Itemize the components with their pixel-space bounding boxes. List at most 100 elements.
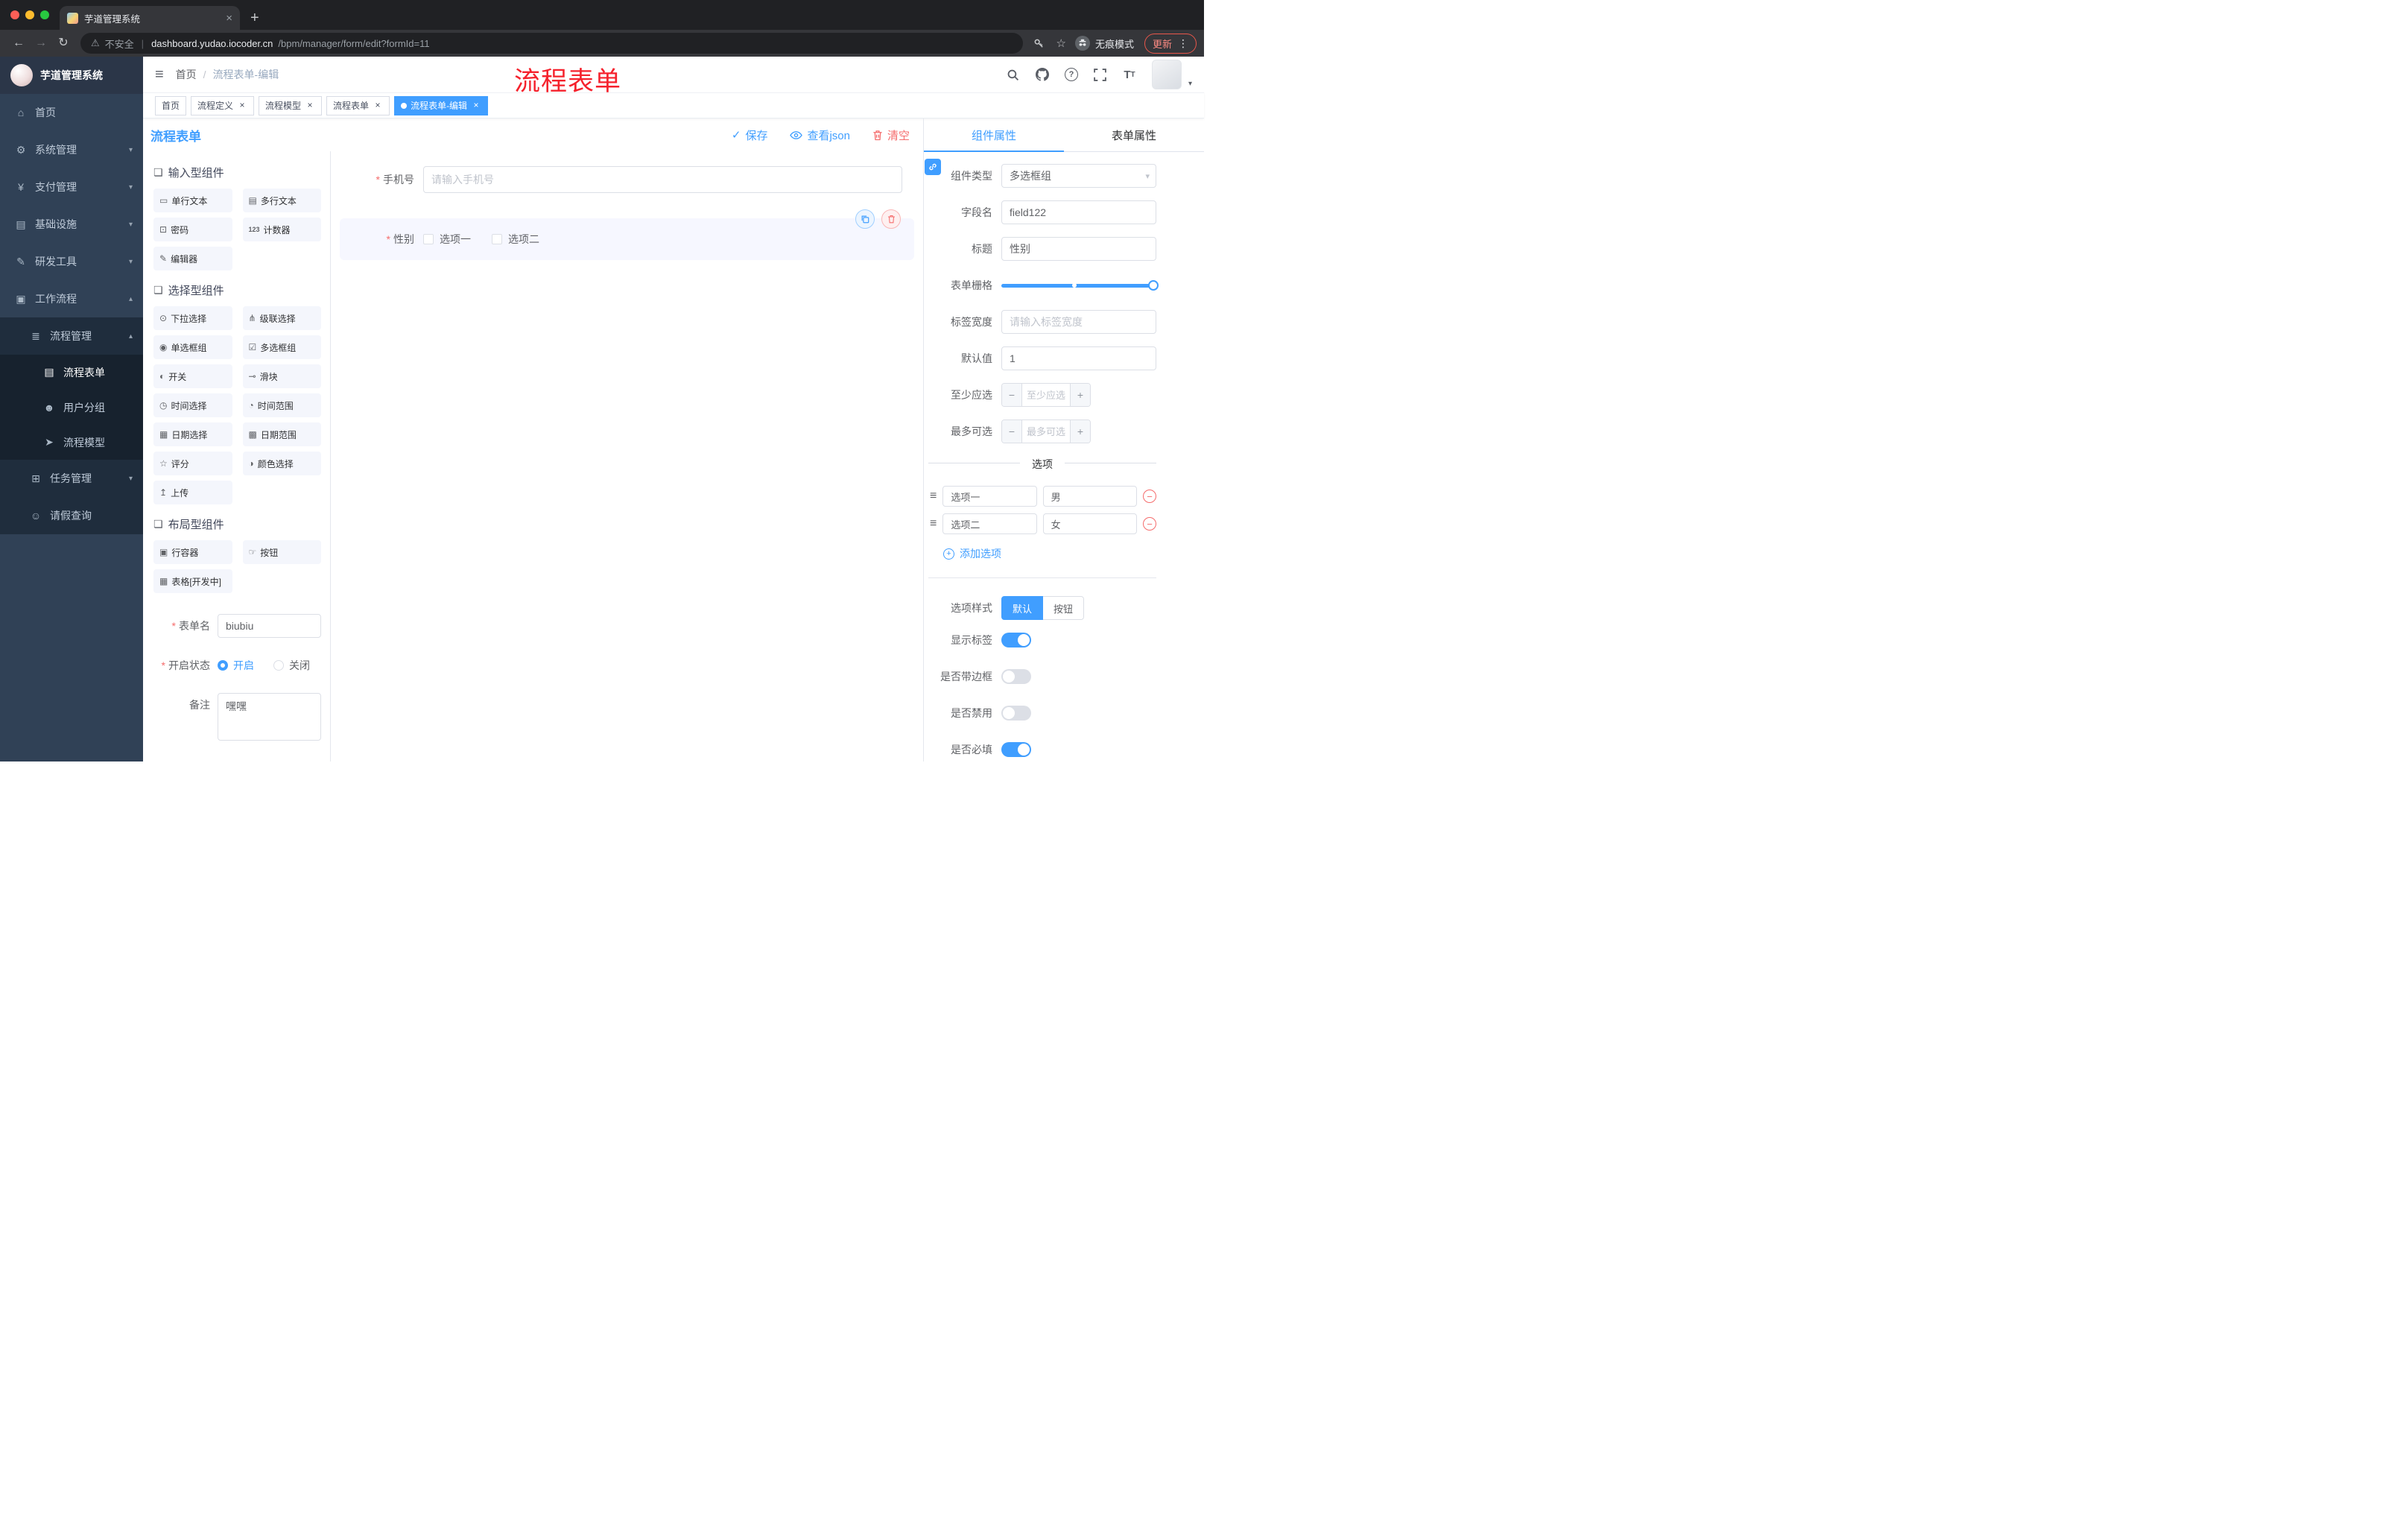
sidebar-item-leave-query[interactable]: ☺ 请假查询: [0, 497, 143, 534]
sidebar-item-process-form[interactable]: ▤ 流程表单: [0, 355, 143, 390]
font-size-icon[interactable]: TT: [1123, 68, 1136, 81]
drag-handle-icon[interactable]: ≡: [930, 518, 937, 530]
decrease-icon[interactable]: −: [1002, 384, 1022, 406]
tag-process-definition[interactable]: 流程定义 ×: [191, 95, 255, 115]
security-label[interactable]: 不安全: [105, 37, 134, 51]
copy-component-icon[interactable]: [855, 209, 875, 229]
close-window-button[interactable]: [10, 10, 19, 19]
clear-button[interactable]: 清空: [872, 127, 910, 143]
required-toggle[interactable]: [1001, 742, 1031, 757]
grid-slider[interactable]: [1001, 273, 1159, 297]
avatar-caret-icon[interactable]: ▾: [1188, 80, 1192, 89]
palette-item-single-line-text[interactable]: ▭ 单行文本: [153, 189, 232, 212]
palette-item-dropdown[interactable]: ⊙ 下拉选择: [153, 306, 232, 330]
palette-item-date-picker[interactable]: ▦ 日期选择: [153, 422, 232, 446]
phone-input[interactable]: [423, 166, 902, 193]
palette-item-counter[interactable]: 123 计数器: [242, 218, 321, 241]
zoom-window-button[interactable]: [40, 10, 49, 19]
palette-item-multi-line-text[interactable]: ▤ 多行文本: [242, 189, 321, 212]
increase-icon[interactable]: +: [1070, 420, 1090, 443]
min-select-input[interactable]: [1022, 384, 1070, 406]
style-button-button[interactable]: 按钮: [1043, 596, 1085, 620]
app-logo[interactable]: 芋道管理系统: [0, 57, 143, 94]
address-bar[interactable]: ⚠ 不安全 | dashboard.yudao.iocoder.cn/bpm/m…: [80, 33, 1023, 54]
help-icon[interactable]: ?: [1064, 68, 1078, 81]
remove-option-icon[interactable]: −: [1143, 490, 1156, 503]
status-off-radio[interactable]: 关闭: [273, 658, 310, 673]
add-option-button[interactable]: + 添加选项: [943, 546, 1156, 561]
tab-form-props[interactable]: 表单属性: [1064, 118, 1204, 151]
tag-close-icon[interactable]: ×: [305, 100, 315, 111]
reload-icon[interactable]: ↻: [52, 37, 75, 49]
canvas-field-phone[interactable]: 手机号: [340, 162, 914, 197]
palette-item-password[interactable]: ⊡ 密码: [153, 218, 232, 241]
tag-process-form[interactable]: 流程表单 ×: [326, 95, 390, 115]
sidebar-item-payment[interactable]: ¥ 支付管理 ▾: [0, 168, 143, 206]
tag-close-icon[interactable]: ×: [471, 100, 481, 111]
gender-option-2-checkbox[interactable]: 选项二: [492, 232, 539, 247]
remark-input[interactable]: 嘿嘿: [218, 693, 321, 741]
border-toggle[interactable]: [1001, 669, 1031, 684]
palette-item-upload[interactable]: ↥ 上传: [153, 481, 232, 504]
form-canvas[interactable]: 手机号: [331, 151, 923, 762]
palette-item-time-picker[interactable]: ◷ 时间选择: [153, 393, 232, 417]
palette-item-row-container[interactable]: ▣ 行容器: [153, 540, 232, 564]
sidebar-item-task-management[interactable]: ⊞ 任务管理 ▾: [0, 460, 143, 497]
form-name-input[interactable]: [218, 614, 321, 638]
browser-tab[interactable]: 芋道管理系统 ×: [60, 6, 240, 30]
palette-item-button[interactable]: ☞ 按钮: [242, 540, 321, 564]
title-input[interactable]: [1001, 237, 1156, 261]
option-1-value-input[interactable]: [1042, 486, 1137, 507]
option-2-value-input[interactable]: [1042, 513, 1137, 534]
palette-item-radio-group[interactable]: ◉ 单选框组: [153, 335, 232, 359]
decrease-icon[interactable]: −: [1002, 420, 1022, 443]
palette-item-editor[interactable]: ✎ 编辑器: [153, 247, 232, 270]
bookmark-star-icon[interactable]: ☆: [1056, 37, 1066, 50]
tag-process-model[interactable]: 流程模型 ×: [259, 95, 323, 115]
remove-option-icon[interactable]: −: [1143, 517, 1156, 531]
palette-item-checkbox-group[interactable]: ☑ 多选框组: [242, 335, 321, 359]
palette-item-cascader[interactable]: ⋔ 级联选择: [242, 306, 321, 330]
view-json-button[interactable]: 查看json: [790, 127, 850, 143]
default-value-input[interactable]: [1001, 346, 1156, 370]
disabled-toggle[interactable]: [1001, 706, 1031, 721]
palette-item-color-picker[interactable]: ◑ 颜色选择: [242, 452, 321, 475]
slider-handle[interactable]: [1148, 280, 1159, 291]
drag-handle-icon[interactable]: ≡: [930, 490, 937, 502]
palette-item-slider[interactable]: ⊸ 滑块: [242, 364, 321, 388]
sidebar-item-infrastructure[interactable]: ▤ 基础设施 ▾: [0, 206, 143, 243]
hamburger-icon[interactable]: ≡: [155, 67, 164, 82]
tag-process-form-edit[interactable]: 流程表单-编辑 ×: [394, 95, 489, 115]
sidebar-item-user-groups[interactable]: ☻ 用户分组: [0, 390, 143, 425]
gender-option-1-checkbox[interactable]: 选项一: [423, 232, 471, 247]
back-icon[interactable]: ←: [7, 37, 30, 49]
github-icon[interactable]: [1035, 68, 1049, 81]
delete-component-icon[interactable]: [881, 209, 901, 229]
user-avatar[interactable]: [1151, 60, 1182, 89]
password-key-icon[interactable]: [1033, 38, 1045, 49]
link-anchor-icon[interactable]: [925, 159, 941, 175]
tag-close-icon[interactable]: ×: [237, 100, 247, 111]
browser-menu-icon[interactable]: ⋮: [1178, 37, 1188, 50]
breadcrumb-home[interactable]: 首页: [176, 67, 197, 82]
tag-close-icon[interactable]: ×: [373, 100, 383, 111]
status-on-radio[interactable]: 开启: [218, 658, 254, 673]
show-label-toggle[interactable]: [1001, 633, 1031, 647]
fullscreen-icon[interactable]: [1094, 68, 1107, 81]
new-tab-button[interactable]: +: [250, 10, 259, 25]
increase-icon[interactable]: +: [1070, 384, 1090, 406]
palette-item-switch[interactable]: ◐ 开关: [153, 364, 232, 388]
canvas-field-gender-selected[interactable]: 性别 选项一 选项二: [340, 209, 914, 260]
label-width-input[interactable]: [1001, 310, 1156, 334]
component-type-select[interactable]: 多选框组 ▾: [1001, 164, 1156, 188]
browser-update-button[interactable]: 更新 ⋮: [1144, 33, 1197, 54]
tab-close-icon[interactable]: ×: [226, 13, 232, 24]
max-select-input[interactable]: [1022, 420, 1070, 443]
palette-item-date-range[interactable]: ▩ 日期范围: [242, 422, 321, 446]
sidebar-item-system[interactable]: ⚙ 系统管理 ▾: [0, 131, 143, 168]
search-icon[interactable]: [1007, 68, 1020, 81]
minimize-window-button[interactable]: [25, 10, 34, 19]
option-2-label-input[interactable]: [942, 513, 1037, 534]
palette-item-table[interactable]: ▦ 表格[开发中]: [153, 569, 232, 593]
save-button[interactable]: ✓ 保存: [732, 127, 768, 143]
